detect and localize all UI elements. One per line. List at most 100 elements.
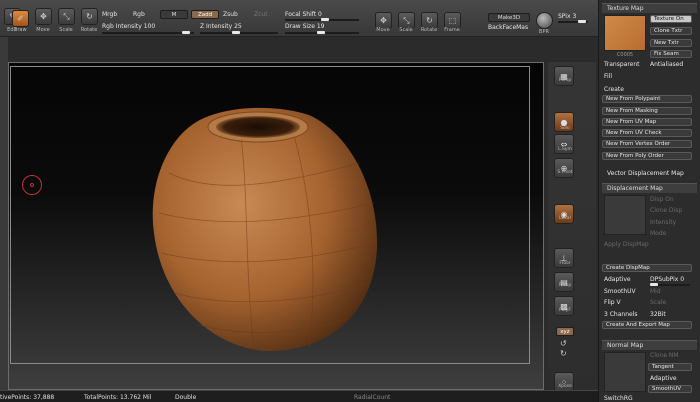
rotate-y-icon[interactable]: ↺ xyxy=(560,339,567,348)
xyz-toggle[interactable]: xyz xyxy=(556,327,574,336)
create-label[interactable]: Create xyxy=(604,86,624,93)
transparent-toggle[interactable]: Transparent xyxy=(604,61,640,68)
clone-txtr-button[interactable]: Clone Txtr xyxy=(650,27,692,35)
apply-dispmap-button[interactable]: Apply DispMap xyxy=(604,241,649,248)
spivot-button[interactable]: ⊕ xyxy=(554,158,574,178)
create-dispmap-button[interactable]: Create DispMap xyxy=(602,264,692,272)
spix-value: 3 xyxy=(572,13,577,20)
dpsubpix-label[interactable]: DPSubPix 0 xyxy=(650,276,684,283)
radial-count[interactable]: RadialCount xyxy=(354,394,390,401)
zsub-toggle[interactable]: Zsub xyxy=(223,11,238,18)
rotate-icon: ↻ xyxy=(426,16,433,25)
smoothuv-toggle[interactable]: SmoothUV xyxy=(604,288,636,295)
switchrg-toggle[interactable]: SwitchRG xyxy=(604,395,633,402)
floor-label: Floor xyxy=(559,261,571,266)
top-toolbar: ✎ Edit ✐ Draw ✥ Move ⤡ Scale ↻ Rotate Mr… xyxy=(0,0,598,37)
antialiased-toggle[interactable]: Antialiased xyxy=(650,61,683,68)
backfacemask-toggle[interactable]: BackFaceMas xyxy=(488,24,528,31)
texture-map-header[interactable]: Texture Map xyxy=(602,3,697,13)
draw-size-slider[interactable] xyxy=(285,31,359,34)
displacement-map-header[interactable]: Displacement Map xyxy=(602,183,697,193)
xpose-label: Xpose xyxy=(558,384,572,389)
move-tool-button[interactable]: ✥ xyxy=(35,8,52,25)
make3d-button[interactable]: Make3D xyxy=(488,13,530,22)
32bit-toggle[interactable]: 32Bit xyxy=(650,311,666,318)
create-and-export-map-button[interactable]: Create And Export Map xyxy=(602,321,692,329)
lsym-label: L.Sym xyxy=(558,147,572,152)
draw-label: Draw xyxy=(13,27,27,33)
z-intensity-knob[interactable] xyxy=(232,31,240,34)
clone-nm-button[interactable]: Clone NM xyxy=(650,352,679,359)
bpr-label: BPR xyxy=(539,29,549,35)
persp-grid-button[interactable]: ▤ xyxy=(554,272,574,292)
rgb-intensity-knob[interactable] xyxy=(182,31,190,34)
texture-on-button[interactable]: Texture On xyxy=(650,15,692,23)
displacement-thumbnail[interactable] xyxy=(604,195,646,235)
spix-label: SPix 3 xyxy=(558,13,577,20)
focal-shift-knob[interactable] xyxy=(321,18,329,21)
move-label: Move xyxy=(376,27,390,33)
zcut-toggle[interactable]: Zcut xyxy=(254,11,268,18)
new-from-vertex-order-button[interactable]: New From Vertex Order xyxy=(602,140,692,148)
right-shelf: ▦ Persp ● Solo ⇔ L.Sym ⊕ S.Pivot ◉ Local… xyxy=(548,62,596,392)
three-channels-toggle[interactable]: 3 Channels xyxy=(604,311,637,318)
draw-size-value: 19 xyxy=(316,23,325,30)
clone-disp-button[interactable]: Clone Disp xyxy=(650,207,682,214)
scale-tool-label: Scale xyxy=(59,27,73,33)
z-intensity-slider[interactable] xyxy=(200,31,278,34)
m-toggle[interactable]: M xyxy=(160,10,188,19)
scale-slider[interactable]: Scale xyxy=(650,299,666,306)
disp-on-button[interactable]: Disp On xyxy=(650,196,674,203)
adaptive-nm-toggle[interactable]: Adaptive xyxy=(650,375,677,382)
persp-button[interactable]: ▦ xyxy=(554,66,574,86)
draw-button[interactable]: ✐ xyxy=(12,10,29,27)
local-label: Local xyxy=(559,216,571,221)
rotate-z-icon[interactable]: ↻ xyxy=(560,349,567,358)
frame-label: Frame xyxy=(444,27,460,33)
mrgb-toggle[interactable]: Mrgb xyxy=(102,11,117,18)
mode-button[interactable]: Mode xyxy=(650,230,666,237)
fix-seam-button[interactable]: Fix Seam xyxy=(650,50,692,58)
double-toggle[interactable]: Double xyxy=(175,394,196,401)
normal-map-thumbnail[interactable] xyxy=(604,352,646,392)
mid-slider[interactable]: Mid xyxy=(650,288,661,295)
dpsubpix-knob[interactable] xyxy=(650,283,658,286)
canvas-frame xyxy=(10,66,530,364)
fill-label[interactable]: Fill xyxy=(604,73,612,80)
smoothuv-nm-toggle[interactable]: SmoothUV xyxy=(648,385,692,393)
draw-size-knob[interactable] xyxy=(317,31,325,34)
rgb-intensity-slider[interactable] xyxy=(102,31,194,34)
tangent-toggle[interactable]: Tangent xyxy=(648,363,692,371)
zadd-toggle[interactable]: Zadd xyxy=(191,10,219,19)
rotate-tool-button[interactable]: ↻ xyxy=(81,8,98,25)
focal-shift-slider[interactable] xyxy=(285,18,359,21)
new-from-uv-check-button[interactable]: New From UV Check xyxy=(602,129,692,137)
rotate-icon: ↻ xyxy=(86,12,93,21)
spix-slider[interactable] xyxy=(558,20,588,23)
texture-thumbnail[interactable] xyxy=(604,15,646,51)
scale-icon: ⤡ xyxy=(403,15,410,25)
dpsubpix-slider[interactable] xyxy=(650,283,690,286)
focal-shift-label: Focal Shift 0 xyxy=(285,11,322,18)
adaptive-toggle[interactable]: Adaptive xyxy=(604,276,631,283)
new-from-uv-map-button[interactable]: New From UV Map xyxy=(602,118,692,126)
new-from-polypaint-button[interactable]: New From Polypaint xyxy=(602,95,692,103)
move-tool-label: Move xyxy=(36,27,50,33)
normal-map-header[interactable]: Normal Map xyxy=(602,340,697,350)
focal-shift-value: 0 xyxy=(318,11,322,18)
bpr-button[interactable] xyxy=(536,12,553,29)
spix-knob[interactable] xyxy=(578,20,586,23)
vector-displacement-map-header[interactable]: Vector Displacement Map xyxy=(607,170,684,177)
intensity-slider[interactable]: Intensity xyxy=(650,219,676,226)
new-from-poly-order-button[interactable]: New From Poly Order xyxy=(602,152,692,160)
new-from-masking-button[interactable]: New From Masking xyxy=(602,107,692,115)
right-palette: Texture Map C0005 Texture On Clone Txtr … xyxy=(598,0,700,402)
flip-v-toggle[interactable]: Flip V xyxy=(604,299,621,306)
local-button[interactable]: ◉ xyxy=(554,204,574,224)
xpose-button[interactable]: ⁘ xyxy=(554,372,574,392)
new-txtr-button[interactable]: New Txtr xyxy=(650,39,692,47)
rgb-toggle[interactable]: Rgb xyxy=(133,11,145,18)
scale-tool-button[interactable]: ⤡ xyxy=(58,8,75,25)
persp-label: Persp xyxy=(558,78,572,83)
polyf-button[interactable]: ▩ xyxy=(554,296,574,316)
